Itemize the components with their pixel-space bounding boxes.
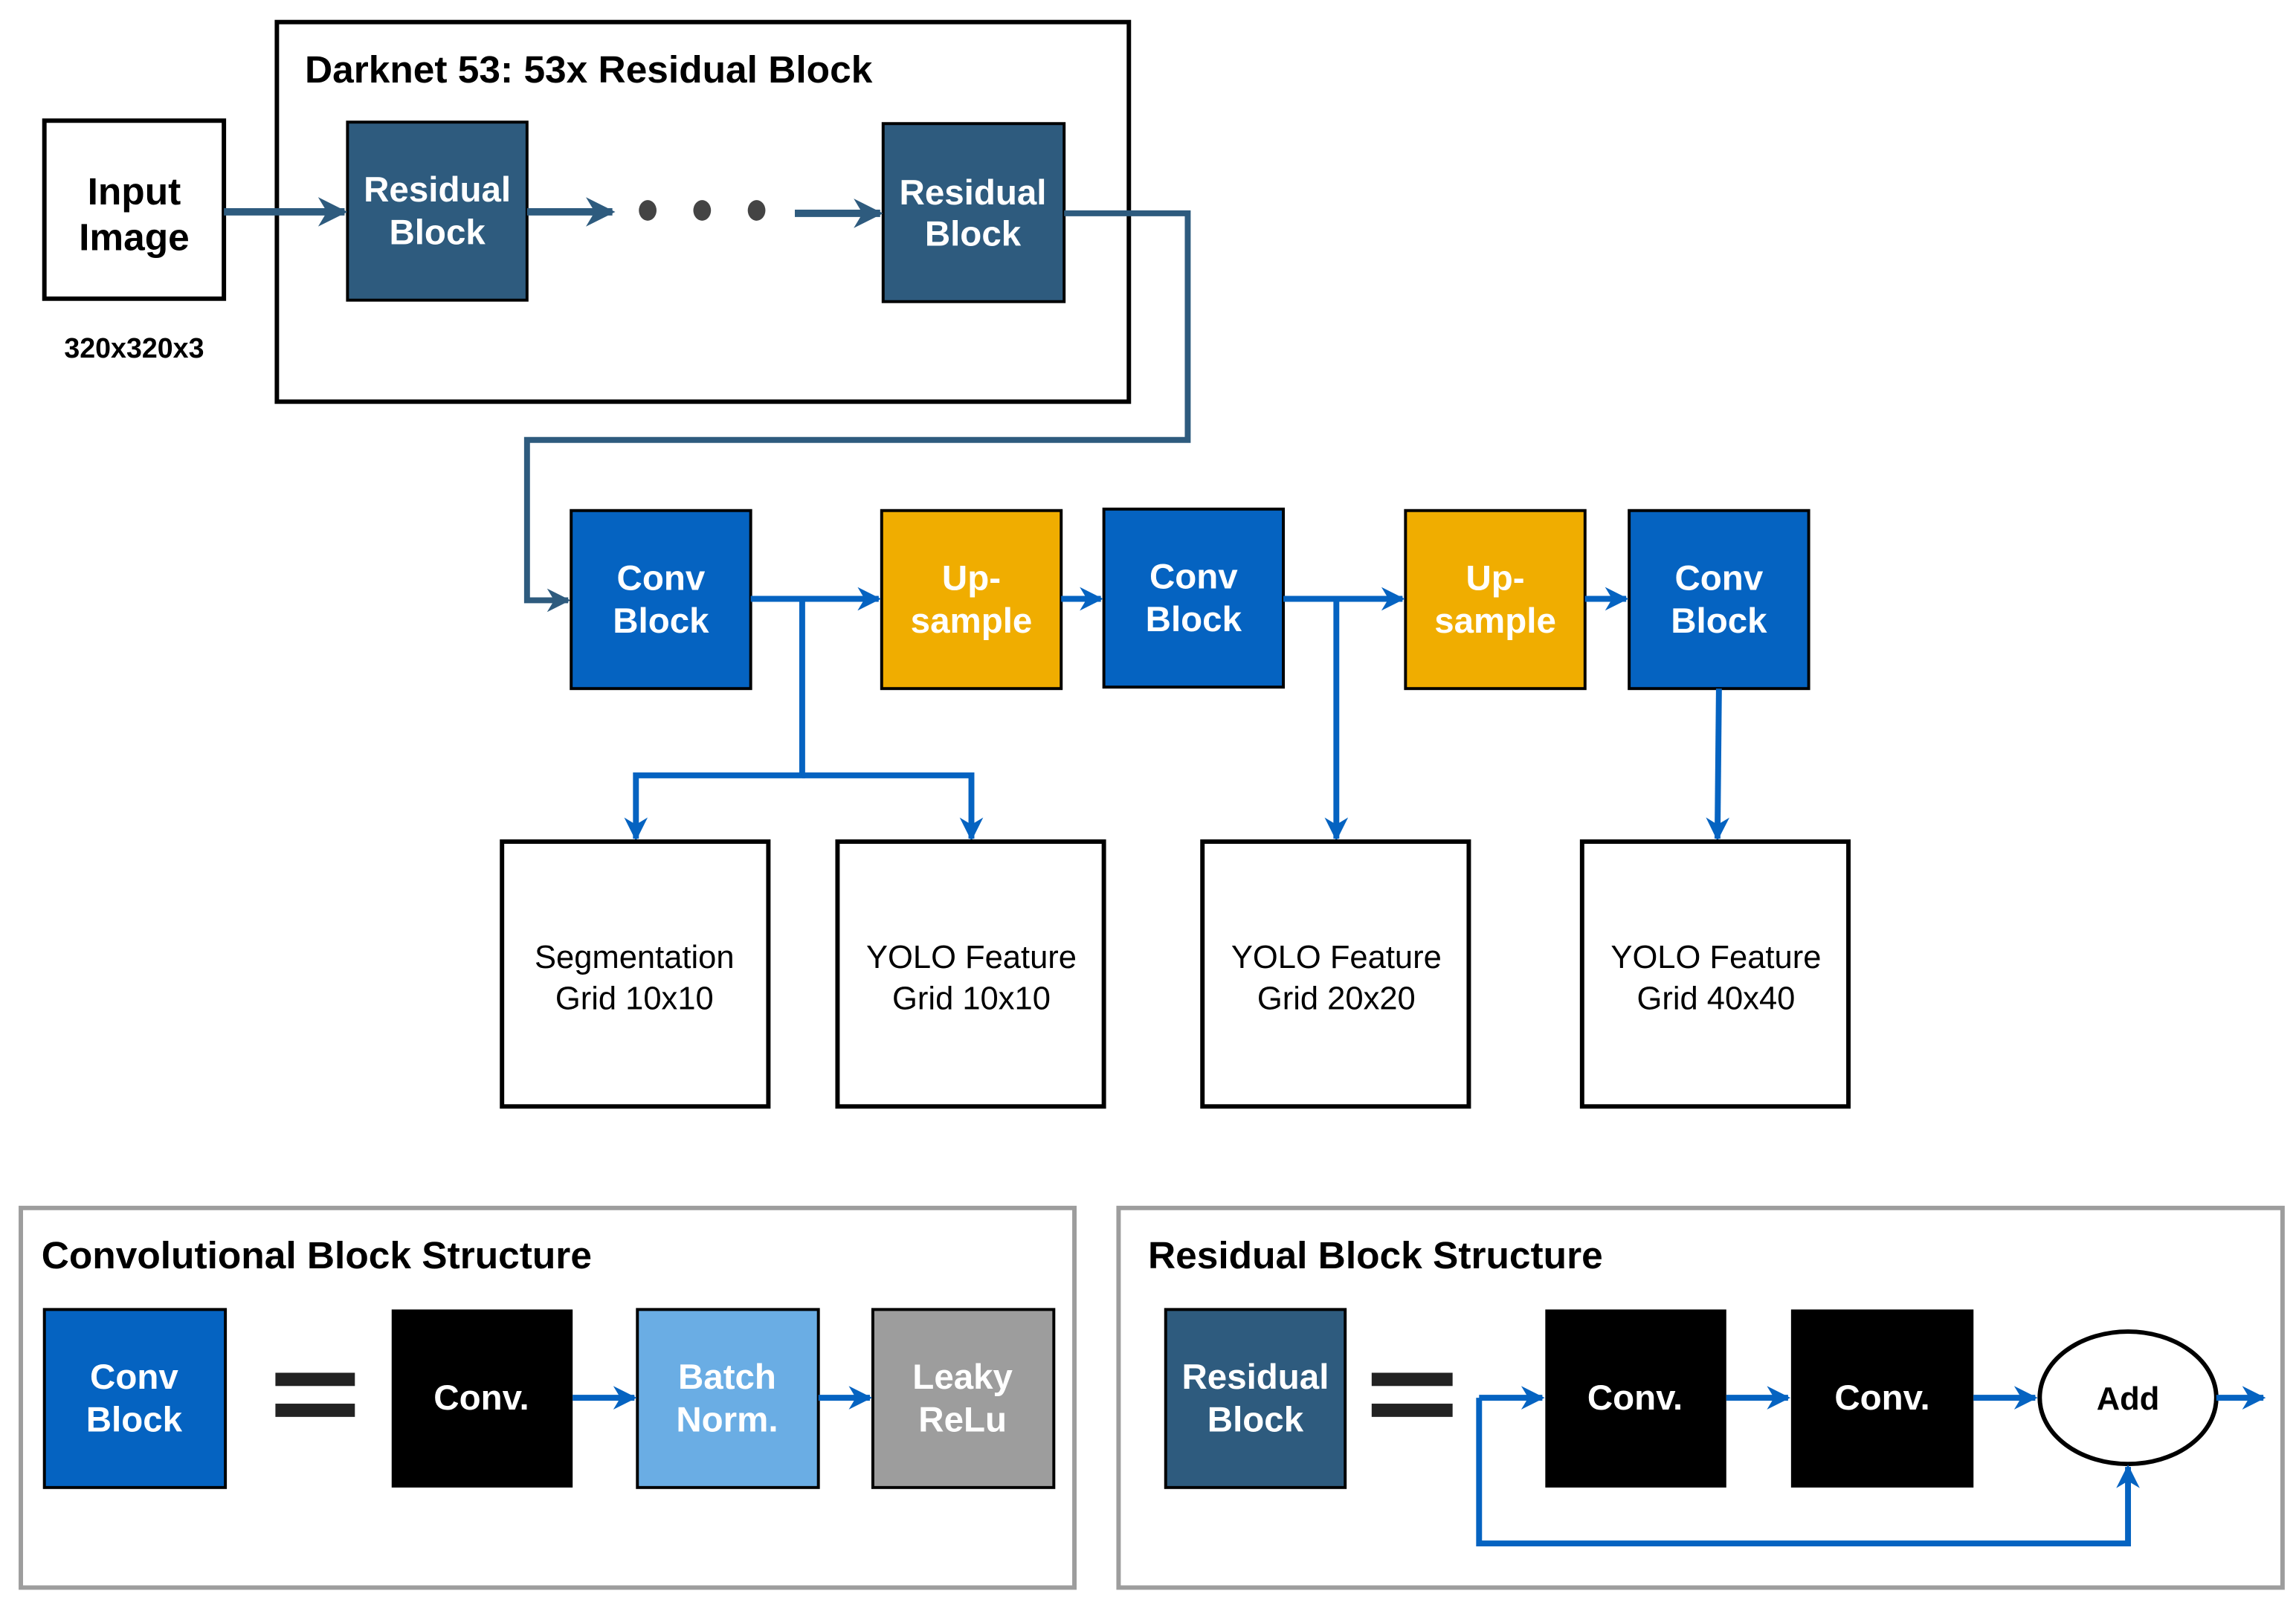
block-label: Residual — [1182, 1358, 1329, 1397]
input-label: Input — [88, 170, 181, 213]
conv-structure-title: Convolutional Block Structure — [42, 1233, 592, 1277]
block-label: Conv. — [433, 1378, 529, 1418]
input-label: Image — [79, 215, 190, 258]
block-label: Conv. — [1587, 1378, 1683, 1418]
block-label: Block — [389, 213, 486, 253]
conv-op-box-1: Conv. — [1545, 1309, 1726, 1488]
upsample-block-1: Up- sample — [880, 509, 1063, 691]
upsample-block-2: Up- sample — [1404, 509, 1587, 691]
block-label: Block — [1671, 601, 1767, 641]
output-yolo-grid-20: YOLO Feature Grid 20x20 — [1200, 839, 1471, 1109]
output-yolo-grid-10: YOLO Feature Grid 10x10 — [835, 839, 1106, 1109]
input-image-box: Input Image — [42, 118, 227, 301]
conv-op-box: Conv. — [391, 1309, 573, 1488]
output-label: YOLO Feature — [1610, 940, 1821, 975]
output-label: YOLO Feature — [1231, 940, 1442, 975]
block-label: Norm. — [676, 1401, 778, 1440]
block-label: Up- — [1465, 559, 1524, 598]
block-label: Up- — [942, 559, 1001, 598]
block-label: Block — [1207, 1401, 1304, 1440]
leaky-relu-box: Leaky ReLu — [871, 1308, 1056, 1489]
output-label: Grid 10x10 — [892, 981, 1051, 1017]
add-label: Add — [2097, 1381, 2160, 1417]
output-label: YOLO Feature — [866, 940, 1077, 975]
output-label: Grid 40x40 — [1636, 981, 1795, 1017]
darknet-title: Darknet 53: 53x Residual Block — [305, 48, 873, 91]
block-label: Residual — [900, 173, 1047, 213]
block-label: Block — [86, 1401, 183, 1440]
conv-block-3: Conv Block — [1628, 509, 1810, 691]
input-size-label: 320x320x3 — [64, 332, 204, 364]
ellipsis-dots — [639, 200, 766, 221]
output-label: Segmentation — [535, 940, 735, 975]
block-label: sample — [1434, 601, 1556, 641]
arrow — [802, 772, 984, 842]
block-label: Block — [613, 601, 709, 641]
block-label: Batch — [678, 1358, 776, 1397]
block-label: Conv — [90, 1358, 178, 1397]
block-label: Conv — [1149, 558, 1238, 597]
block-label: Block — [925, 215, 1022, 254]
block-label: Residual — [364, 170, 511, 210]
batch-norm-box: Batch Norm. — [636, 1308, 820, 1489]
residual-block-legend: Residual Block — [1164, 1308, 1347, 1489]
block-label: sample — [911, 601, 1033, 641]
output-segmentation-grid: Segmentation Grid 10x10 — [500, 839, 771, 1109]
output-yolo-grid-40: YOLO Feature Grid 40x40 — [1579, 839, 1851, 1109]
output-label: Grid 10x10 — [555, 981, 714, 1017]
block-label: Conv — [617, 559, 706, 598]
block-label: Leaky — [912, 1358, 1013, 1397]
block-label: ReLu — [918, 1401, 1007, 1440]
output-label: Grid 20x20 — [1257, 981, 1416, 1017]
conv-op-box-2: Conv. — [1790, 1309, 1974, 1488]
yolo-architecture-diagram: Input Image 320x320x3 Darknet 53: 53x Re… — [19, 19, 2285, 1590]
conv-block-2: Conv Block — [1102, 507, 1286, 689]
block-label: Block — [1146, 600, 1242, 639]
equals-sign — [275, 1372, 355, 1417]
residual-block-2: Residual Block — [881, 122, 1066, 303]
block-label: Conv — [1675, 559, 1764, 598]
conv-block-legend: Conv Block — [42, 1308, 228, 1489]
residual-block-1: Residual Block — [346, 120, 529, 302]
add-node: Add — [2037, 1329, 2219, 1467]
equals-sign — [1371, 1372, 1453, 1417]
conv-block-1: Conv Block — [570, 509, 752, 691]
arrow — [1706, 688, 1730, 842]
block-label: Conv. — [1834, 1378, 1929, 1418]
residual-structure-title: Residual Block Structure — [1148, 1233, 1603, 1277]
